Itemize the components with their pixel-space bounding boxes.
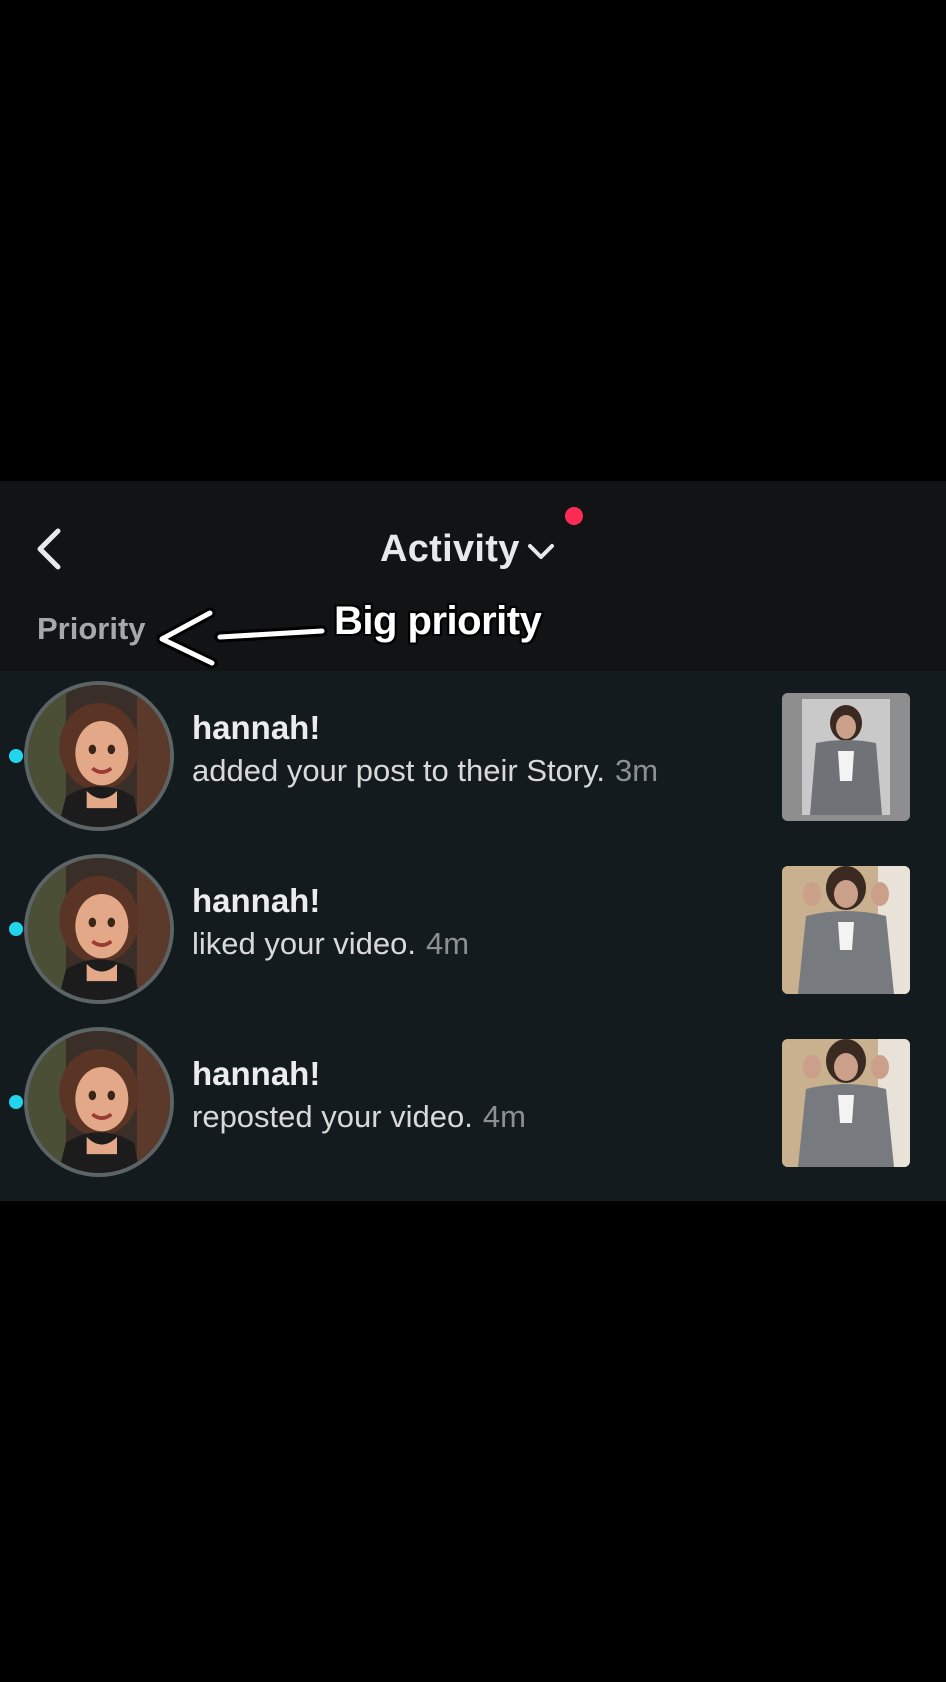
notification-time: 4m	[426, 926, 470, 961]
notification-text: added your post to their Story. 3m	[192, 753, 658, 789]
video-thumbnail[interactable]	[782, 866, 910, 994]
notification-username[interactable]: hannah!	[192, 1055, 320, 1093]
notification-username[interactable]: hannah!	[192, 882, 320, 920]
notification-row[interactable]: hannah! added your post to their Story. 3…	[0, 671, 946, 844]
video-thumbnail-image	[782, 1039, 910, 1167]
notification-action: reposted your video.	[192, 1099, 473, 1134]
notification-text: liked your video. 4m	[192, 926, 469, 962]
unread-dot	[9, 749, 23, 763]
unread-dot	[9, 1095, 23, 1109]
back-button[interactable]	[30, 521, 74, 577]
activity-title-dropdown[interactable]: Activity	[380, 519, 556, 579]
avatar-image	[28, 1031, 170, 1173]
activity-panel: Activity Priority Big priority hannah! a…	[0, 481, 946, 1201]
annotation-text: Big priority	[334, 599, 542, 643]
avatar-image	[28, 685, 170, 827]
avatar[interactable]	[24, 1027, 174, 1177]
avatar-image	[28, 858, 170, 1000]
notification-time: 3m	[615, 753, 659, 788]
activity-header: Activity Priority Big priority	[0, 481, 946, 671]
notification-row[interactable]: hannah! reposted your video. 4m	[0, 1017, 946, 1190]
notification-dot	[565, 507, 583, 525]
video-thumbnail-image	[782, 866, 910, 994]
avatar[interactable]	[24, 854, 174, 1004]
video-thumbnail-image	[782, 693, 910, 821]
notification-action: added your post to their Story.	[192, 753, 605, 788]
notification-action: liked your video.	[192, 926, 417, 961]
hand-drawn-arrow-left-icon	[156, 607, 328, 669]
notification-row[interactable]: hannah! liked your video. 4m	[0, 844, 946, 1017]
page-title: Activity	[380, 527, 520, 570]
notification-username[interactable]: hannah!	[192, 709, 320, 747]
section-label-priority: Priority	[37, 611, 146, 646]
notification-time: 4m	[482, 1099, 526, 1134]
unread-dot	[9, 922, 23, 936]
avatar[interactable]	[24, 681, 174, 831]
notification-list: hannah! added your post to their Story. 3…	[0, 671, 946, 1201]
video-thumbnail[interactable]	[782, 1039, 910, 1167]
chevron-left-icon	[37, 528, 61, 570]
notification-text: reposted your video. 4m	[192, 1099, 526, 1135]
chevron-down-icon	[527, 544, 554, 559]
video-thumbnail[interactable]	[782, 693, 910, 821]
